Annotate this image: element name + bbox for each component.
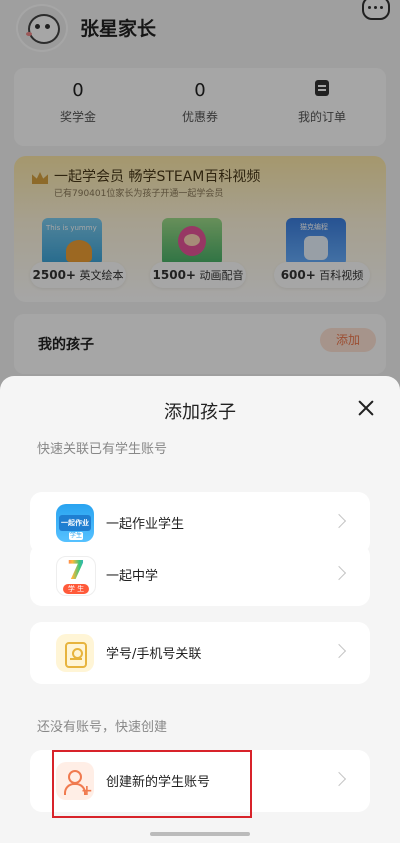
link-yiqi-zhongxue[interactable]: 7 学 生 一起中学 <box>30 544 370 606</box>
add-user-icon: + <box>56 762 94 800</box>
chevron-right-icon <box>331 771 347 787</box>
id-card-icon <box>56 634 94 672</box>
add-child-sheet: 添加孩子 快速关联已有学生账号 一起作业 学生 一起作业学生 7 学 生 一起中… <box>0 376 400 843</box>
home-indicator <box>150 832 250 836</box>
chevron-right-icon <box>331 513 347 529</box>
yiqi-zhongxue-app-icon: 7 学 生 <box>56 556 96 596</box>
link-by-id-or-phone[interactable]: 学号/手机号关联 <box>30 622 370 684</box>
create-section-label: 还没有账号，快速创建 <box>37 720 168 735</box>
chevron-right-icon <box>331 565 347 581</box>
yiqi-zuoye-app-icon: 一起作业 学生 <box>56 504 94 542</box>
sheet-title: 添加孩子 <box>164 402 236 423</box>
chevron-right-icon <box>331 643 347 659</box>
close-icon[interactable] <box>354 396 378 420</box>
create-student-account[interactable]: + 创建新的学生账号 <box>30 750 370 812</box>
quick-link-section-label: 快速关联已有学生账号 <box>37 442 168 457</box>
